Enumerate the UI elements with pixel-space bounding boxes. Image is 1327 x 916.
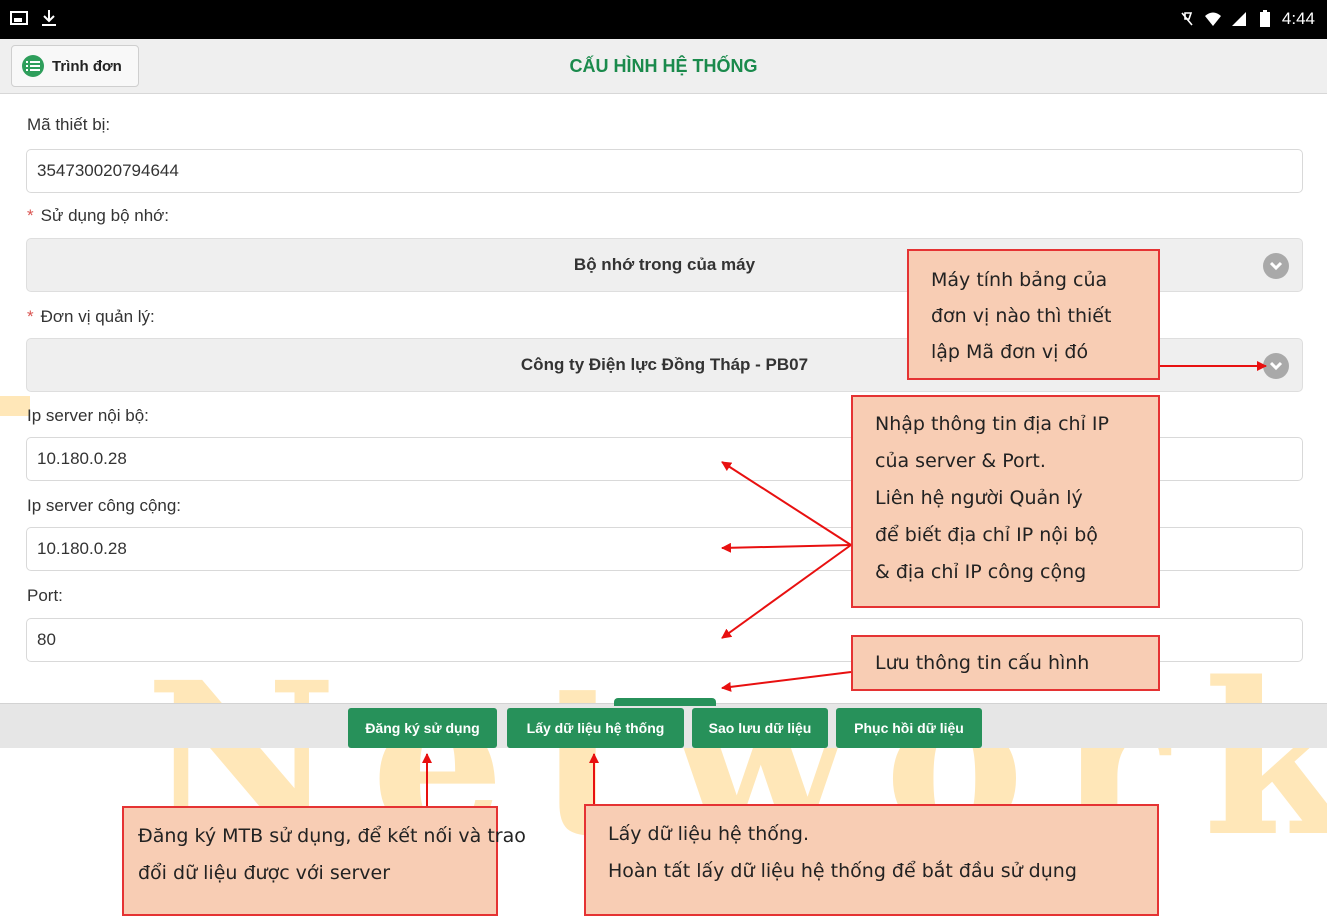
- unit-label: * Đơn vị quản lý:: [27, 307, 155, 327]
- chevron-down-icon: [1263, 353, 1289, 379]
- annotation-line: của server & Port.: [875, 450, 1046, 472]
- annotation-line: để biết địa chỉ IP nội bộ: [875, 524, 1098, 546]
- page-title: CẤU HÌNH HỆ THỐNG: [569, 56, 758, 76]
- port-label: Port:: [27, 586, 63, 605]
- required-mark: *: [27, 307, 34, 326]
- required-mark: *: [27, 206, 34, 225]
- register-button[interactable]: Đăng ký sử dụng: [348, 708, 497, 748]
- app-header: Trình đơn CẤU HÌNH HỆ THỐNG: [0, 39, 1327, 94]
- annotation-line: lập Mã đơn vị đó: [931, 341, 1089, 363]
- memory-selected-value: Bộ nhớ trong của máy: [573, 255, 756, 274]
- annotation-line: Hoàn tất lấy dữ liệu hệ thống để bắt đầu…: [608, 860, 1077, 882]
- device-id-label: Mã thiết bị:: [27, 115, 111, 134]
- mute-icon: [1181, 12, 1193, 26]
- memory-label-text: Sử dụng bộ nhớ:: [40, 206, 170, 225]
- signal-icon: [1231, 12, 1246, 26]
- annotation-register: Đăng ký MTB sử dụng, để kết nối và trao …: [122, 806, 526, 916]
- annotation-line: & địa chỉ IP công cộng: [875, 561, 1087, 583]
- annotation-line: Đăng ký MTB sử dụng, để kết nối và trao: [138, 825, 526, 847]
- annotation-line: đơn vị nào thì thiết: [931, 305, 1112, 327]
- annotation-fetch: Lấy dữ liệu hệ thống. Hoàn tất lấy dữ li…: [584, 804, 1159, 916]
- screenshot-icon: [10, 11, 28, 25]
- status-bar: 4:44: [0, 0, 1327, 39]
- download-icon: [42, 10, 56, 26]
- watermark-fragment: [0, 396, 30, 416]
- unit-selected-value: Công ty Điện lực Đồng Tháp - PB07: [520, 355, 809, 374]
- save-button[interactable]: [614, 698, 716, 706]
- chevron-down-icon: [1263, 253, 1289, 279]
- annotation-line: Liên hệ người Quản lý: [875, 487, 1083, 509]
- unit-label-text: Đơn vị quản lý:: [40, 307, 155, 326]
- annotation-line: Lưu thông tin cấu hình: [875, 652, 1090, 674]
- device-id-field[interactable]: 354730020794644: [26, 149, 1303, 193]
- battery-icon: [1259, 10, 1270, 27]
- restore-button[interactable]: Phục hồi dữ liệu: [836, 708, 982, 748]
- annotation-unit: Máy tính bảng của đơn vị nào thì thiết l…: [907, 249, 1160, 380]
- ip-internal-label: Ip server nội bộ:: [27, 406, 149, 425]
- ip-public-label: Ip server công cộng:: [27, 496, 182, 515]
- fetch-data-button[interactable]: Lấy dữ liệu hệ thống: [507, 708, 684, 748]
- annotation-line: đổi dữ liệu được với server: [138, 862, 391, 884]
- memory-label: * Sử dụng bộ nhớ:: [27, 206, 169, 226]
- status-time: 4:44: [1281, 9, 1315, 28]
- annotation-line: Máy tính bảng của: [931, 269, 1108, 291]
- wifi-icon: [1204, 12, 1221, 26]
- annotation-line: Nhập thông tin địa chỉ IP: [875, 413, 1109, 435]
- backup-button[interactable]: Sao lưu dữ liệu: [692, 708, 828, 748]
- annotation-line: Lấy dữ liệu hệ thống.: [608, 823, 810, 845]
- annotation-save: Lưu thông tin cấu hình: [851, 635, 1160, 691]
- annotation-ip: Nhập thông tin địa chỉ IP của server & P…: [851, 395, 1160, 608]
